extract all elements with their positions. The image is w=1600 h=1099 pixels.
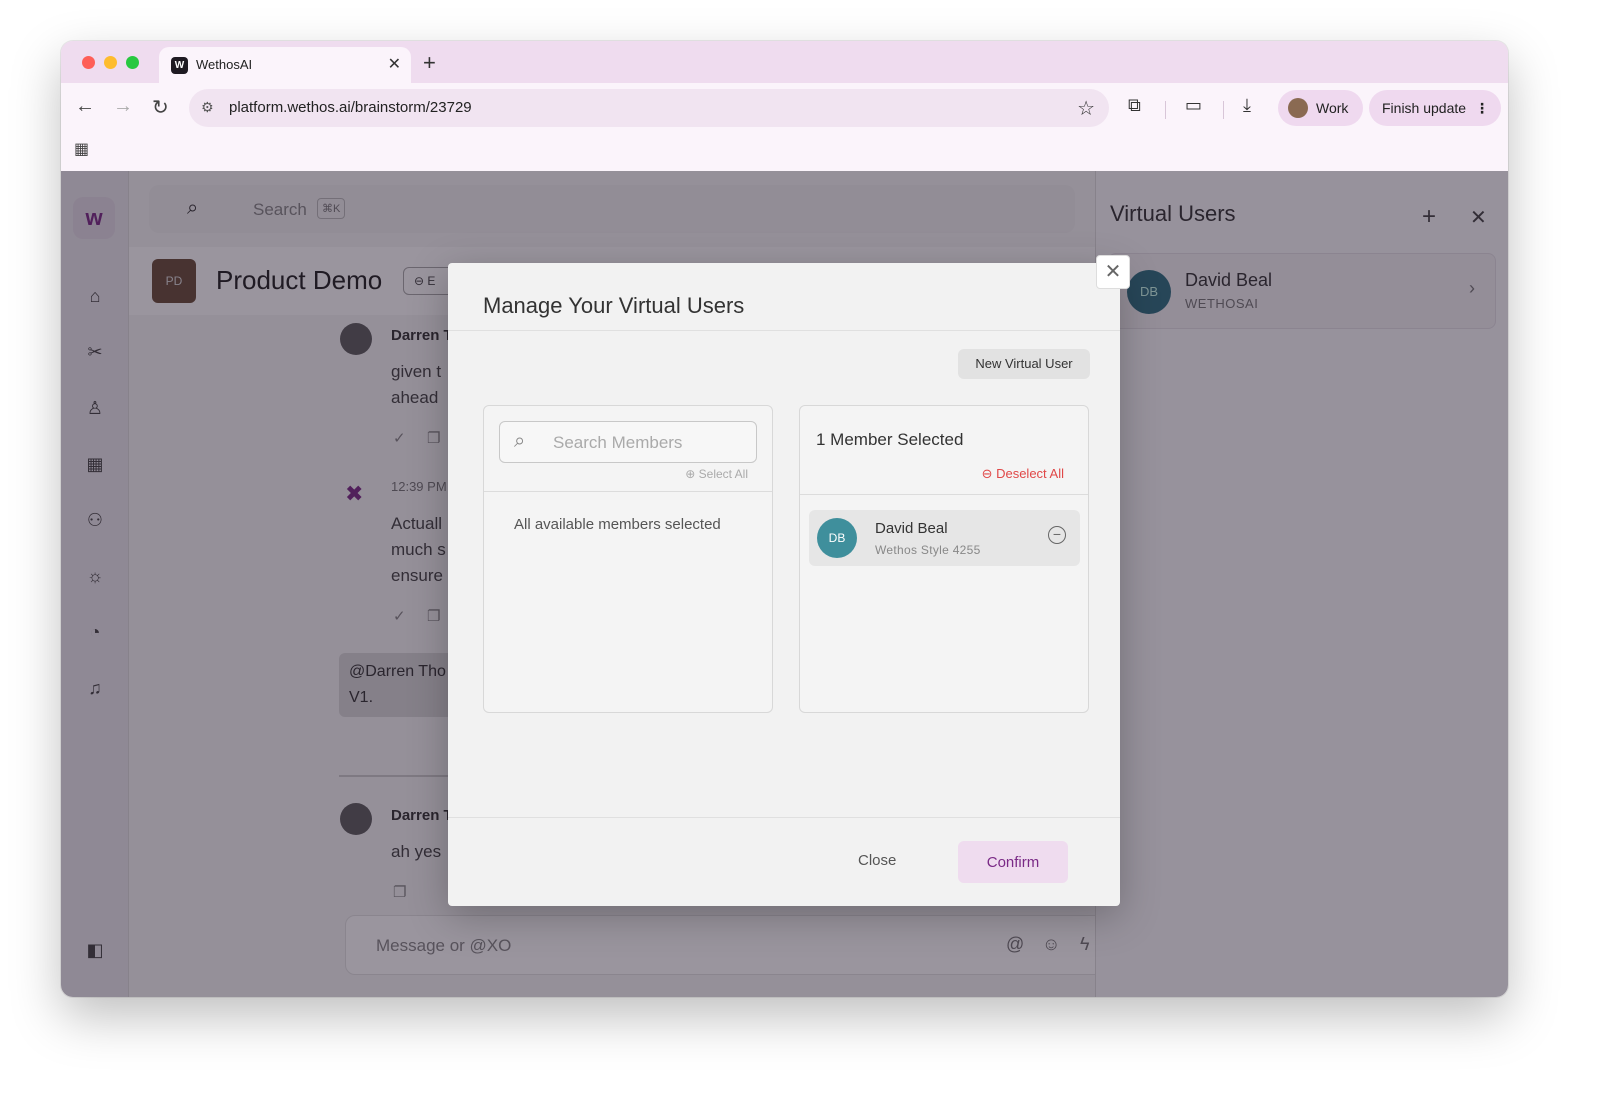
site-settings-icon[interactable]: ⚙: [201, 99, 214, 116]
selected-members-panel: 1 Member Selected ⊖ Deselect All DB Davi…: [799, 405, 1089, 713]
search-icon: ⌕: [514, 430, 526, 452]
url-text: platform.wethos.ai/brainstorm/23729: [229, 99, 472, 116]
address-bar[interactable]: ⚙ platform.wethos.ai/brainstorm/23729 ☆: [189, 89, 1109, 127]
close-window-button[interactable]: [82, 56, 95, 69]
avatar: DB: [817, 518, 857, 558]
bookmarks-bar: ▦: [61, 131, 1508, 171]
browser-tab[interactable]: W WethosAI ✕: [159, 47, 411, 83]
finish-update-label: Finish update: [1382, 100, 1467, 116]
divider: [800, 494, 1088, 495]
profile-button[interactable]: Work: [1278, 90, 1363, 126]
tab-title: WethosAI: [196, 57, 253, 72]
empty-state-message: All available members selected: [514, 516, 721, 533]
close-button[interactable]: Close: [858, 852, 896, 869]
app-area: w ⌂ ✂ ♙ ▦ ⚇ ☼ ◔ ♫ ◧ ⌕ Search ⌘K PD Produ…: [61, 171, 1508, 997]
manage-virtual-users-modal: ✕ Manage Your Virtual Users New Virtual …: [448, 255, 1130, 906]
divider: [448, 330, 1120, 331]
plus-circle-icon: ⊕: [685, 467, 699, 481]
modal-title: Manage Your Virtual Users: [483, 293, 745, 318]
toolbar-divider: [1165, 101, 1166, 119]
confirm-button[interactable]: Confirm: [958, 841, 1068, 883]
screen-search-icon[interactable]: ▭: [1185, 95, 1202, 116]
search-members-input[interactable]: ⌕ Search Members: [499, 421, 757, 463]
forward-arrow-icon[interactable]: →: [113, 95, 133, 118]
search-placeholder: Search Members: [553, 433, 683, 452]
modal-close-icon[interactable]: ✕: [1096, 255, 1130, 289]
member-name: David Beal: [875, 520, 948, 537]
deselect-all-button[interactable]: ⊖ Deselect All: [982, 466, 1064, 482]
new-virtual-user-button[interactable]: New Virtual User: [958, 349, 1090, 379]
finish-update-button[interactable]: Finish update ⋮: [1369, 90, 1501, 126]
bookmark-star-icon[interactable]: ☆: [1077, 96, 1095, 121]
download-icon[interactable]: ⤓: [1243, 95, 1251, 116]
new-tab-button[interactable]: +: [423, 50, 436, 76]
back-arrow-icon[interactable]: ←: [75, 95, 95, 118]
favicon-icon: W: [171, 57, 188, 74]
maximize-window-button[interactable]: [126, 56, 139, 69]
profile-label: Work: [1316, 100, 1349, 116]
select-all-button[interactable]: ⊕ Select All: [685, 467, 748, 481]
available-members-panel: ⌕ Search Members ⊕ Select All All availa…: [483, 405, 773, 713]
minimize-window-button[interactable]: [104, 56, 117, 69]
tab-bar: W WethosAI ✕ +: [61, 41, 1508, 83]
more-menu-icon[interactable]: ⋮: [1475, 90, 1489, 126]
divider: [448, 817, 1120, 818]
divider: [484, 491, 772, 492]
extensions-icon[interactable]: ⧉: [1128, 95, 1141, 116]
selected-count: 1 Member Selected: [816, 430, 964, 449]
apps-grid-icon[interactable]: ▦: [74, 139, 89, 159]
profile-avatar: [1288, 98, 1308, 118]
member-style: Wethos Style 4255: [875, 543, 981, 557]
reload-icon[interactable]: ↻: [152, 95, 169, 120]
toolbar-divider: [1223, 101, 1224, 119]
remove-member-icon[interactable]: −: [1048, 526, 1066, 544]
browser-window: W WethosAI ✕ + ← → ↻ ⚙ platform.wethos.a…: [61, 41, 1508, 997]
minus-circle-icon: ⊖: [981, 466, 997, 481]
close-tab-icon[interactable]: ✕: [388, 54, 401, 74]
selected-member-row: DB David Beal Wethos Style 4255 −: [809, 510, 1080, 566]
